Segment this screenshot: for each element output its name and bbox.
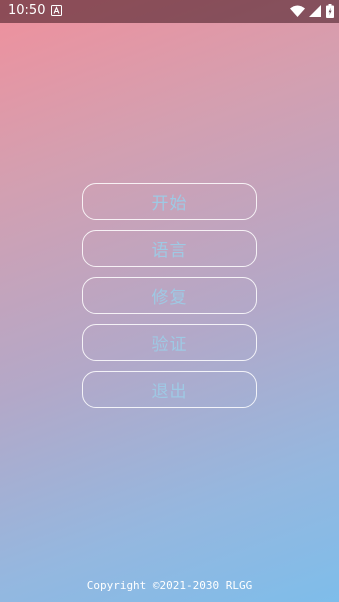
signal-icon [309, 5, 321, 17]
verify-button[interactable]: 验证 [82, 324, 257, 361]
main-menu: 开始 语言 修复 验证 退出 [82, 183, 257, 418]
repair-button[interactable]: 修复 [82, 277, 257, 314]
language-button[interactable]: 语言 [82, 230, 257, 267]
status-bar: 10:50 [0, 0, 339, 23]
battery-icon [326, 4, 334, 18]
status-time: 10:50 [8, 3, 46, 18]
copyright-footer: Copyright ©2021-2030 RLGG [86, 579, 253, 592]
start-button[interactable]: 开始 [82, 183, 257, 220]
notification-a-icon [51, 5, 62, 16]
wifi-icon [290, 5, 305, 17]
exit-button[interactable]: 退出 [82, 371, 257, 408]
